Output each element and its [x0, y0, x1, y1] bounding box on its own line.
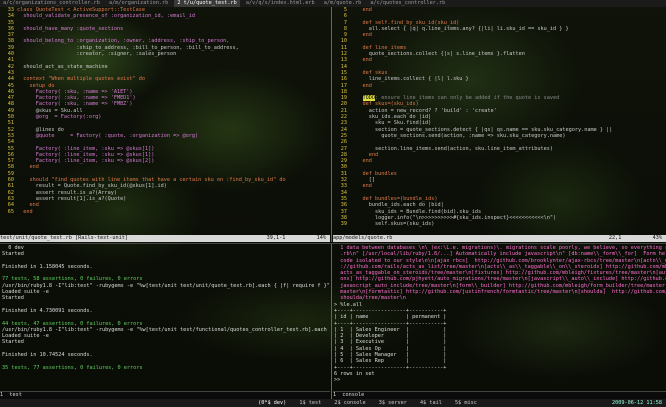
- code-text: assert result.is_a?(Array): [17, 189, 117, 196]
- left-status-position: 39,1-1 14%: [266, 235, 326, 241]
- code-text: def bundles: [350, 170, 397, 177]
- code-text: :creator, :signer, :sales_person: [17, 51, 177, 58]
- terminal-split-divider[interactable]: [331, 244, 332, 399]
- tmux-window-misc[interactable]: 5$ misc: [450, 400, 482, 406]
- code-text: end: [350, 32, 372, 39]
- code-text: quote_sections.send(action, :name => sku…: [350, 132, 566, 139]
- code-text: assert result[1].is_a?(Quote): [17, 195, 127, 202]
- tab-organizations-controller[interactable]: a/c/organizations_controller.rb: [0, 0, 103, 7]
- left-editor-pane[interactable]: 33 class QuoteTest < ActiveSupport::TestC…: [0, 7, 330, 235]
- test-terminal-pane[interactable]: 0 dev Started Finished in 1.158045 seconds…: [2, 245, 330, 391]
- tmux-window-server[interactable]: 3$ server: [374, 400, 412, 406]
- code-text: sku_ids.each do |id|: [350, 114, 432, 121]
- code-text: should_have_many :quote_sections: [17, 25, 124, 32]
- right-editor-statusline: app/models/quote.rb 22,1 43%: [333, 235, 666, 242]
- code-text: logger.info("\n>>>>>>>>>>#{sku_ids.inspe…: [350, 214, 557, 221]
- tmux-window-dev[interactable]: (0*$ dev): [253, 400, 291, 406]
- code-text: should "find quotes with line items that…: [17, 177, 286, 184]
- code-text: @org = Factory(:org): [17, 114, 102, 121]
- terminal-line: code isolated to our style\n\n[ajax rbcs…: [340, 257, 666, 264]
- tab-quotes-controller[interactable]: a/c/quotes_controller.rb: [367, 0, 448, 7]
- code-text: should_belong_to :organization, :owner, …: [17, 38, 230, 45]
- code-text: should_validate_presence_of :organizatio…: [17, 13, 196, 20]
- code-line[interactable]: 65 end: [0, 209, 330, 215]
- code-text: end: [350, 82, 372, 89]
- tab-organization-model[interactable]: a/m/organization.rb: [106, 0, 171, 7]
- code-text: section = quote_sections.detect { |qs| q…: [350, 126, 613, 133]
- code-text: TODO: ensure line_items can only be adde…: [362, 95, 560, 102]
- code-text: sku_ids = Bundle.find(bid).sku_ids: [350, 208, 482, 215]
- code-text: context "When multiple quotes exist" do: [17, 76, 146, 83]
- left-editor-statusline: test/unit/quote_test.rb [Rails-test-unit…: [0, 235, 330, 242]
- code-text: def skus=(sku_ids): [350, 101, 419, 108]
- horizontal-split-divider[interactable]: [0, 243, 666, 244]
- code-line[interactable]: 39 self.skus=(sku_ids): [333, 221, 666, 227]
- terminal-line: /usr/bin/ruby1.8 -I"lib:test" -rubygems …: [2, 326, 330, 333]
- code-text: result = Quote.find_by_sku_id(@skus[1].i…: [17, 183, 167, 190]
- code-text: def bundles=(bundle_ids): [350, 195, 438, 202]
- code-text: end: [350, 158, 372, 165]
- tmux-clock: 2009-06-12 11:58: [612, 400, 662, 406]
- code-text: @lines do: [17, 126, 64, 133]
- code-text: @skus = Sku.all: [17, 107, 83, 114]
- code-text: sku = Sku.find(id): [350, 120, 432, 127]
- code-text: end: [17, 164, 39, 171]
- code-text: end: [17, 202, 39, 209]
- tab-index-view[interactable]: a/v/q/s/index.html.erb: [243, 0, 318, 7]
- code-text: @quote = Factory( :quote, :organization …: [17, 132, 199, 139]
- code-text: end: [350, 57, 372, 64]
- right-status-position: 22,1 43%: [608, 235, 662, 241]
- code-text: Factory( :line_item, :sku => @skus[1]): [17, 151, 155, 158]
- tmux-status-bar: (0*$ dev) 1$ test 2$ console 3$ server 4…: [0, 399, 666, 407]
- code-text: Factory( :line_item, :sku => @skus[1]): [17, 145, 155, 152]
- code-text: class QuoteTest < ActiveSupport::TestCas…: [17, 7, 146, 13]
- left-status-file: test/unit/quote_test.rb [Rails-test-unit…: [0, 235, 129, 241]
- code-text: def line_items: [350, 44, 407, 51]
- terminal-line: >>: [334, 377, 341, 384]
- code-text: Factory( :sku, :name => 'FMED1'): [17, 95, 136, 102]
- code-text: setup do: [17, 82, 55, 89]
- tmux-window-test[interactable]: 1$ test: [294, 400, 326, 406]
- code-text: Factory( :line_item, :sku => @skus[2]): [17, 158, 155, 165]
- terminal-line: .rb\n" [/usr/local/lib/ruby/1.8/...] Aut…: [334, 251, 666, 258]
- terminal-line: ons] http://github.com/pjhyett/auto_migr…: [334, 276, 666, 283]
- right-editor-pane[interactable]: 5 end 6 7 def self.find_by_sku_id(sku_id) 8…: [333, 7, 666, 235]
- code-text: end: [17, 208, 33, 215]
- code-text: line_items.collect { |l| l.sku }: [350, 76, 469, 83]
- code-text: def skus: [350, 69, 388, 76]
- code-text: []: [350, 177, 375, 184]
- code-text: action = new_record? ? 'build' : 'create…: [350, 107, 497, 114]
- code-text: def self.find_by_sku_id(sku_id): [350, 19, 460, 26]
- code-text: section.line_items.send(action, sku.line…: [350, 145, 554, 152]
- terminal-line: 35 tests, 77 assertions, 0 failures, 0 e…: [2, 364, 143, 371]
- tab-quote-model[interactable]: a/m/quote.rb: [321, 0, 364, 7]
- tab-quote-test[interactable]: 2 t/u/quote_test.rb: [174, 0, 240, 7]
- tmux-window-tail[interactable]: 4$ tail: [415, 400, 447, 406]
- code-text: quote_sections.collect {|s| s.line_items…: [350, 51, 525, 58]
- line-number: 39: [340, 221, 347, 228]
- code-text: end: [350, 183, 372, 190]
- code-text: should_act_as_state_machine: [17, 63, 108, 70]
- console-pane-label: 1 console: [333, 391, 666, 399]
- vertical-split-divider[interactable]: [331, 7, 332, 242]
- code-text: Factory( :sku, :name => 'A1ET'): [17, 88, 133, 95]
- code-text: end: [350, 151, 379, 158]
- console-terminal-pane[interactable]: 1 data between databases \n\ (ex:\L.e. m…: [334, 245, 666, 391]
- test-pane-label: 1 test: [0, 391, 330, 399]
- code-text: bundle_ids.each do |bid|: [350, 202, 444, 209]
- line-number: 65: [7, 208, 14, 215]
- vim-tab-bar: a/c/organizations_controller.rb a/m/orga…: [0, 0, 666, 7]
- code-text: self.skus=(sku_ids): [350, 221, 435, 228]
- code-text: Factory( :sku, :name => 'FMBZ'): [17, 101, 133, 108]
- terminal-line: /usr/bin/ruby1.8 -I"lib:test" -rubygems …: [2, 282, 330, 289]
- right-status-file: app/models/quote.rb: [333, 235, 393, 241]
- code-text: end: [350, 7, 372, 13]
- code-text: :ship_to_address, :bill_to_person, :bill…: [17, 44, 239, 51]
- tmux-window-console[interactable]: 2$ console: [329, 400, 370, 406]
- code-text: all.select { |q| q.line_items.any? {|li|…: [350, 25, 569, 32]
